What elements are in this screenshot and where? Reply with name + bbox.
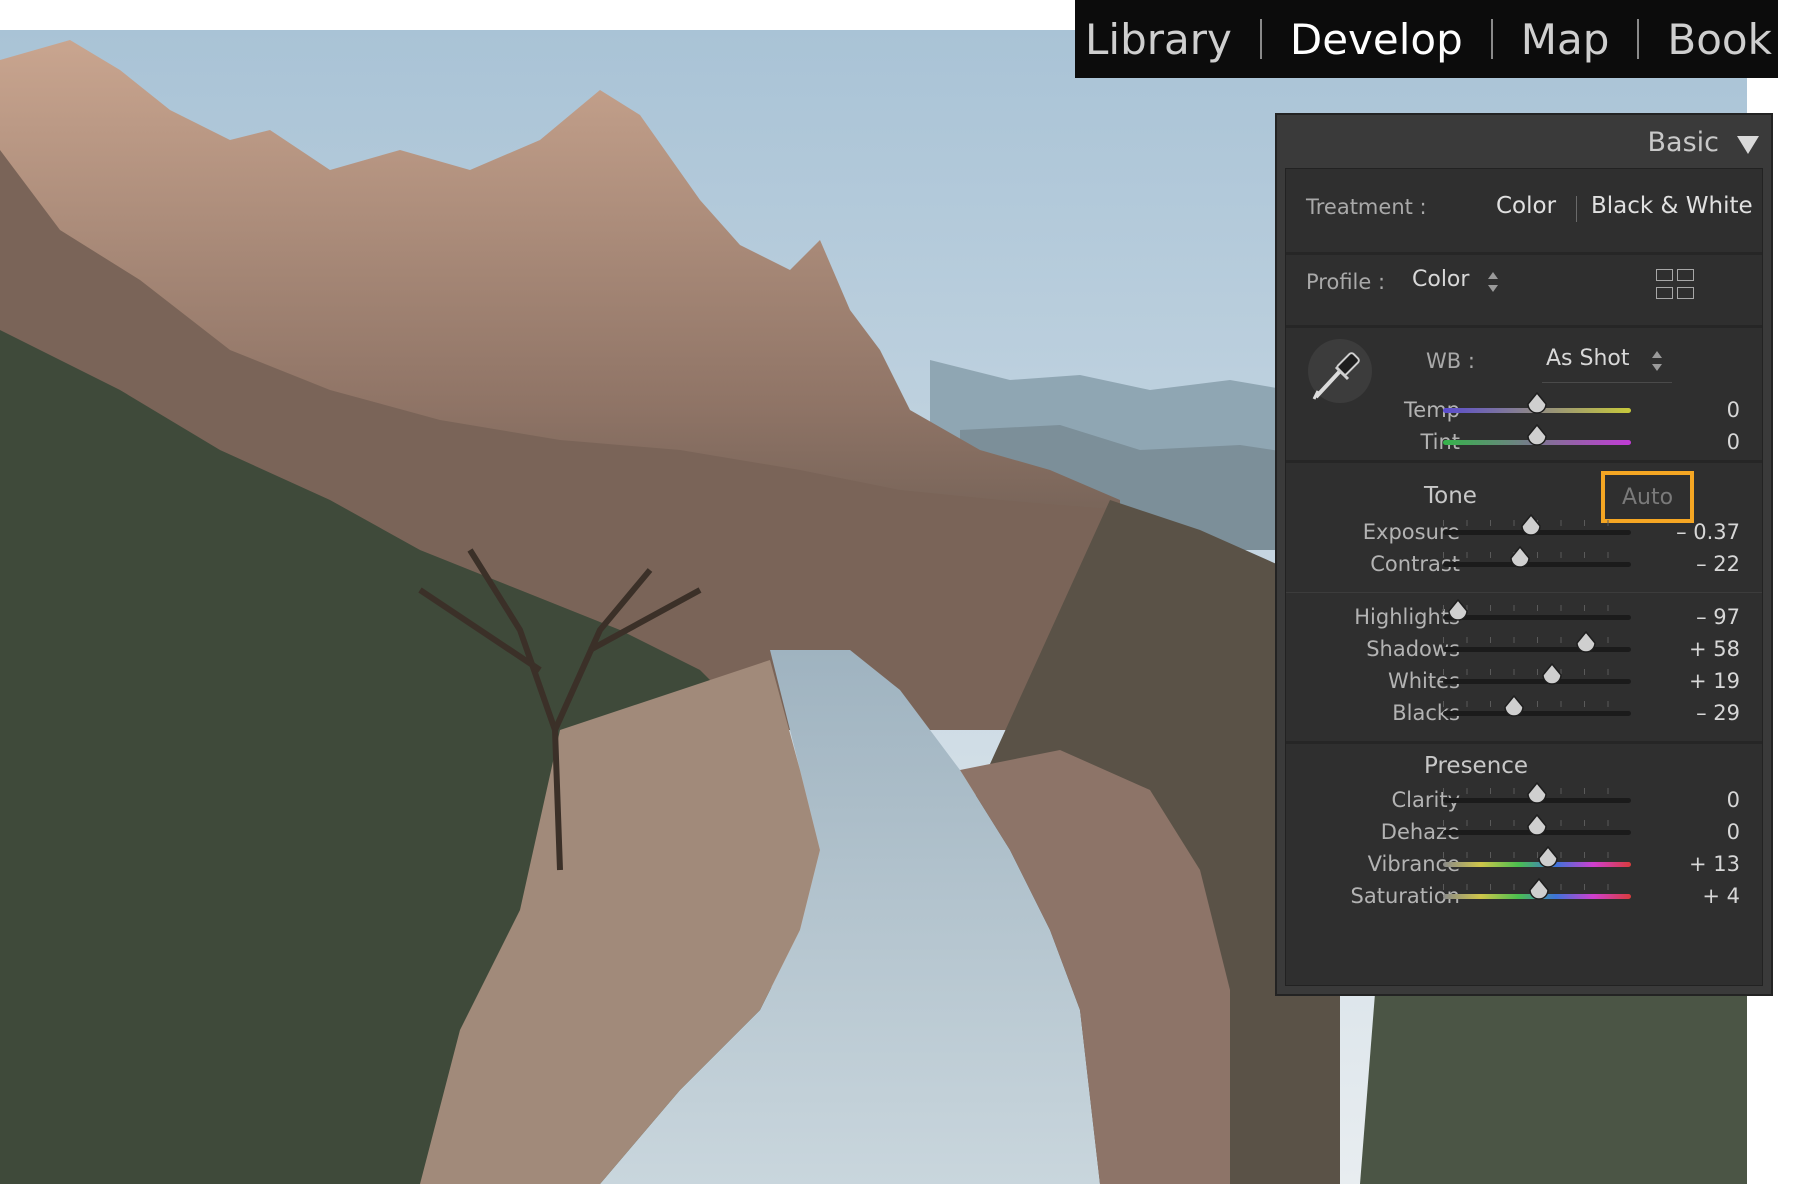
wb-eyedropper-icon[interactable] xyxy=(1308,339,1372,403)
module-develop[interactable]: Develop xyxy=(1290,15,1463,64)
highlights-slider-thumb[interactable] xyxy=(1447,599,1469,623)
treatment-divider xyxy=(1576,196,1577,222)
profile-label: Profile : xyxy=(1306,270,1386,294)
wb-underline xyxy=(1542,382,1672,383)
slider-value[interactable]: – 29 xyxy=(1696,701,1740,725)
tone-section-title: Tone xyxy=(1424,483,1477,509)
panel-body: Treatment : Color Black & White Profile … xyxy=(1285,168,1763,986)
blacks-slider-track[interactable] xyxy=(1443,711,1631,716)
slider-row-exposure: Exposure – 0.37 xyxy=(1286,514,1762,548)
contrast-slider-thumb[interactable] xyxy=(1509,546,1531,570)
module-separator xyxy=(1259,19,1262,59)
module-separator xyxy=(1637,19,1640,59)
divider xyxy=(1286,325,1762,328)
divider xyxy=(1286,252,1762,255)
profile-select[interactable]: Color xyxy=(1412,267,1469,292)
temp-slider-thumb[interactable] xyxy=(1526,392,1548,416)
slider-ticks xyxy=(1443,669,1631,675)
module-picker: Library Develop Map Book xyxy=(1075,0,1778,78)
slider-row-dehaze: Dehaze 0 xyxy=(1286,814,1762,848)
slider-row-saturation: Saturation + 4 xyxy=(1286,878,1762,912)
slider-value[interactable]: – 97 xyxy=(1696,605,1740,629)
exposure-slider-thumb[interactable] xyxy=(1520,514,1542,538)
slider-value[interactable]: + 13 xyxy=(1689,852,1740,876)
slider-value[interactable]: 0 xyxy=(1727,430,1740,454)
slider-row-whites: Whites + 19 xyxy=(1286,663,1762,697)
shadows-slider-track[interactable] xyxy=(1443,647,1631,652)
slider-row-shadows: Shadows + 58 xyxy=(1286,631,1762,665)
treatment-bw-button[interactable]: Black & White xyxy=(1591,193,1753,219)
whites-slider-track[interactable] xyxy=(1443,679,1631,684)
slider-value[interactable]: + 4 xyxy=(1702,884,1740,908)
slider-value[interactable]: + 58 xyxy=(1689,637,1740,661)
divider xyxy=(1286,741,1762,744)
divider xyxy=(1286,460,1762,463)
slider-row-tint: Tint 0 xyxy=(1286,424,1762,458)
slider-row-highlights: Highlights – 97 xyxy=(1286,599,1762,633)
slider-ticks xyxy=(1443,552,1631,558)
blacks-slider-thumb[interactable] xyxy=(1503,695,1525,719)
panel-header[interactable]: Basic xyxy=(1277,115,1771,170)
module-map[interactable]: Map xyxy=(1521,15,1610,64)
slider-ticks xyxy=(1443,701,1631,707)
slider-value[interactable]: 0 xyxy=(1727,788,1740,812)
auto-tone-label: Auto xyxy=(1621,484,1674,510)
clarity-slider-thumb[interactable] xyxy=(1526,782,1548,806)
collapse-triangle-icon[interactable] xyxy=(1737,136,1759,154)
treatment-color-button[interactable]: Color xyxy=(1496,193,1556,219)
slider-row-clarity: Clarity 0 xyxy=(1286,782,1762,816)
slider-ticks xyxy=(1443,605,1631,611)
slider-value[interactable]: + 19 xyxy=(1689,669,1740,693)
slider-row-blacks: Blacks – 29 xyxy=(1286,695,1762,729)
slider-value[interactable]: – 0.37 xyxy=(1676,520,1740,544)
divider xyxy=(1286,592,1762,593)
dehaze-slider-thumb[interactable] xyxy=(1526,814,1548,838)
slider-value[interactable]: – 22 xyxy=(1696,552,1740,576)
whites-slider-thumb[interactable] xyxy=(1541,663,1563,687)
module-library[interactable]: Library xyxy=(1085,15,1232,64)
slider-row-contrast: Contrast – 22 xyxy=(1286,546,1762,580)
panel-title: Basic xyxy=(1647,127,1719,158)
slider-row-vibrance: Vibrance + 13 xyxy=(1286,846,1762,880)
module-separator xyxy=(1490,19,1493,59)
wb-label: WB : xyxy=(1426,349,1475,373)
auto-tone-button[interactable]: Auto xyxy=(1601,471,1694,523)
profile-browser-grid-icon[interactable] xyxy=(1656,269,1694,301)
module-book[interactable]: Book xyxy=(1667,15,1772,64)
treatment-label: Treatment : xyxy=(1306,195,1427,219)
highlights-slider-track[interactable] xyxy=(1443,615,1631,620)
slider-value[interactable]: 0 xyxy=(1727,820,1740,844)
wb-select[interactable]: As Shot xyxy=(1546,346,1630,371)
contrast-slider-track[interactable] xyxy=(1443,562,1631,567)
slider-ticks xyxy=(1443,637,1631,643)
slider-value[interactable]: 0 xyxy=(1727,398,1740,422)
tint-slider-thumb[interactable] xyxy=(1526,424,1548,448)
presence-section-title: Presence xyxy=(1424,753,1529,779)
updown-arrows-icon[interactable] xyxy=(1652,351,1662,371)
basic-panel: Basic Treatment : Color Black & White Pr… xyxy=(1275,113,1773,996)
saturation-slider-thumb[interactable] xyxy=(1528,878,1550,902)
shadows-slider-thumb[interactable] xyxy=(1575,631,1597,655)
vibrance-slider-thumb[interactable] xyxy=(1537,846,1559,870)
slider-row-temp: Temp 0 xyxy=(1286,392,1762,426)
updown-arrows-icon[interactable] xyxy=(1488,272,1498,292)
